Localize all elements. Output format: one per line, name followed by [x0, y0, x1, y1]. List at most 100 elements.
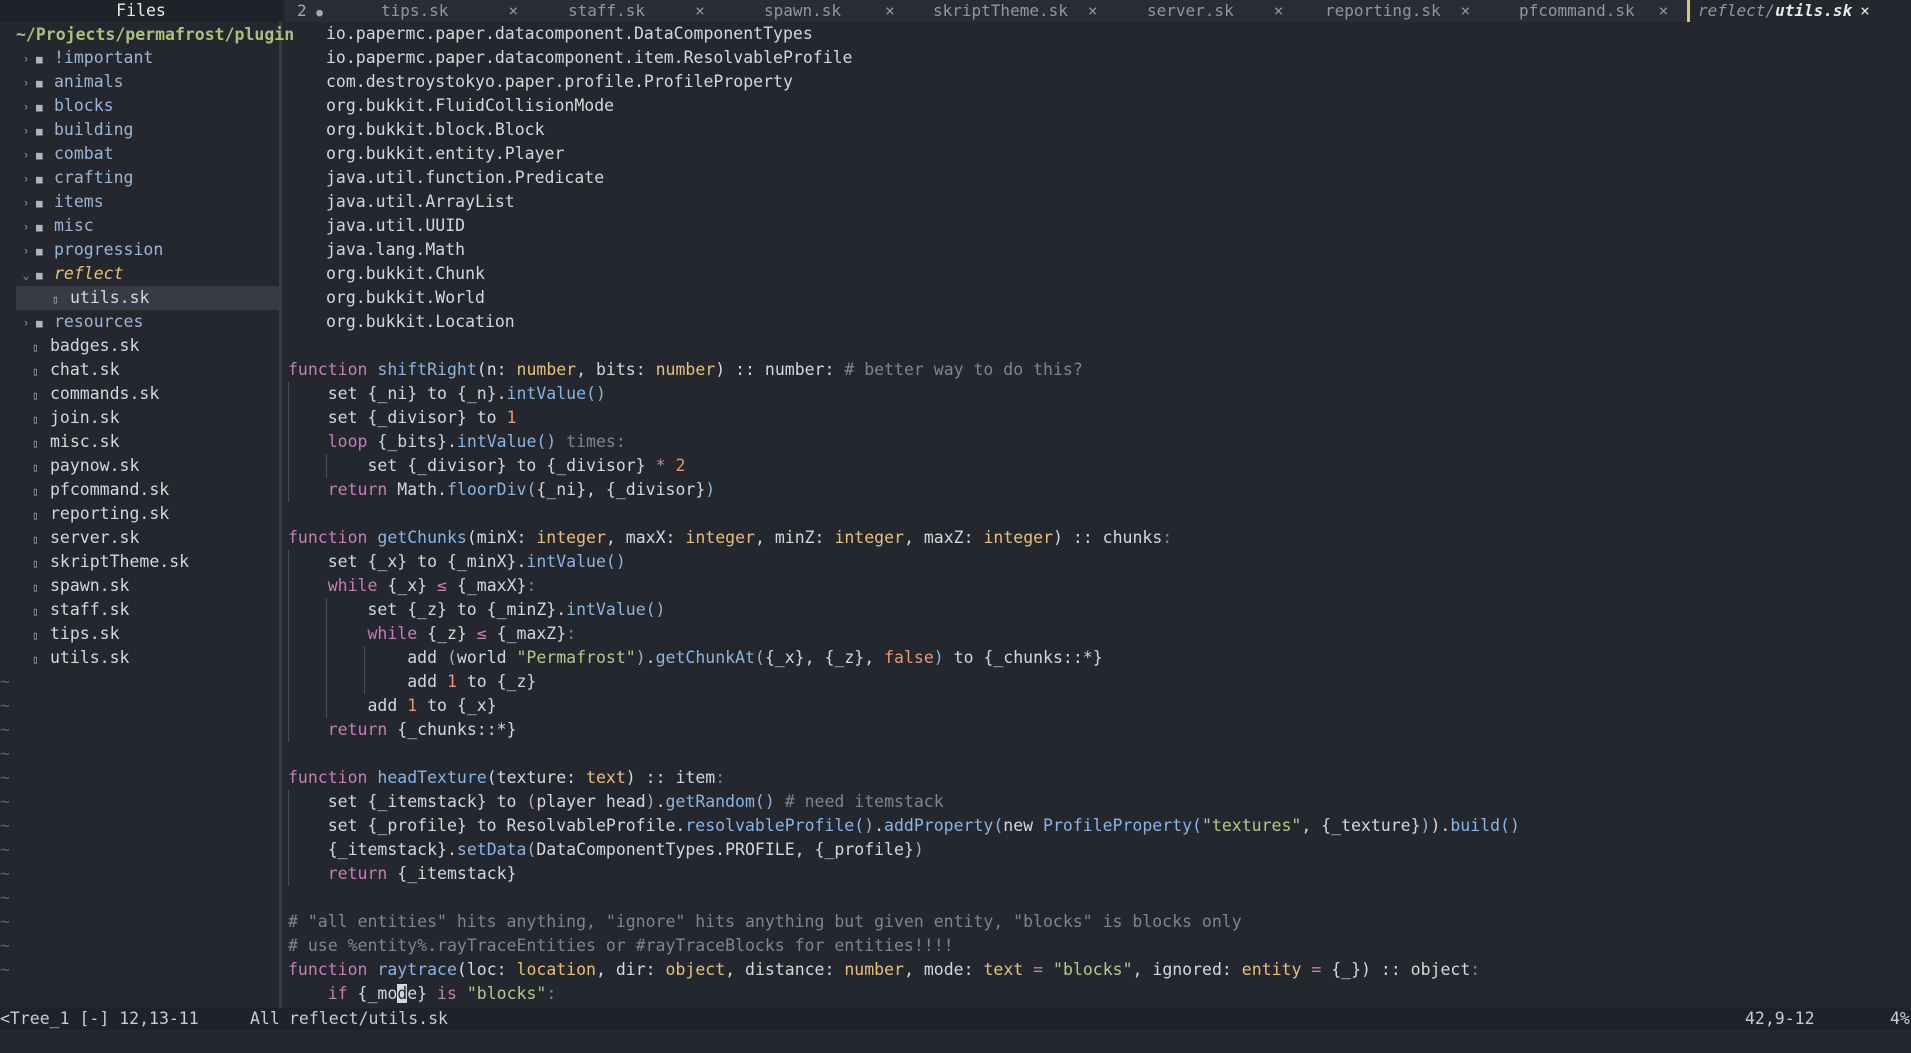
file-icon: ▯ [32, 653, 39, 666]
tree-folder[interactable]: › ■ crafting [16, 166, 278, 190]
code-line: set {_divisor} to {_divisor} * 2 [288, 456, 686, 475]
close-icon[interactable]: × [1088, 1, 1098, 20]
tree-file[interactable]: ▯ tips.sk [16, 622, 278, 646]
code-line: set {_x} to {_minX}.intValue() [288, 552, 626, 571]
tree-file[interactable]: ▯ paynow.sk [16, 454, 278, 478]
empty-line-marker: ~ [0, 744, 10, 763]
tab-spawn[interactable]: spawn.sk × [764, 0, 895, 22]
tree-item-label: skriptTheme.sk [50, 552, 190, 571]
tree-item-label: animals [54, 72, 124, 91]
file-icon: ▯ [32, 365, 39, 378]
tree-item-label: building [54, 120, 134, 139]
code-line: set {_divisor} to 1 [288, 408, 517, 427]
empty-line-marker: ~ [0, 816, 10, 835]
indent-guide [364, 646, 365, 694]
tab-tips[interactable]: tips.sk × [381, 0, 518, 22]
modified-icon: ● [316, 6, 323, 19]
empty-line-marker: ~ [0, 696, 10, 715]
file-tree-panel: Files ~/Projects/permafrost/plugin › ■ !im… [0, 0, 294, 1008]
folder-icon: ■ [36, 77, 43, 90]
code-line: while {_z} ≤ {_maxZ}: [367, 624, 577, 643]
tree-folder[interactable]: › ■ resources [16, 310, 278, 334]
file-icon: ▯ [32, 437, 39, 450]
empty-line-marker: ~ [0, 864, 10, 883]
tree-file[interactable]: ▯ badges.sk [16, 334, 278, 358]
indent-guide [288, 550, 289, 742]
code-line: set {_profile} to ResolvableProfile.reso… [288, 816, 1520, 835]
import-line: java.util.function.Predicate [326, 168, 605, 187]
import-line: org.bukkit.FluidCollisionMode [326, 96, 615, 115]
command-line[interactable] [0, 1030, 1911, 1053]
tab-pfcommand[interactable]: pfcommand.sk × [1519, 0, 1668, 22]
status-line: <Tree_1 [-] 12,13-11 All reflect/utils.s… [0, 1008, 1911, 1030]
tab-server[interactable]: server.sk × [1147, 0, 1283, 22]
folder-icon: ■ [36, 197, 43, 210]
close-icon[interactable]: × [1274, 1, 1284, 20]
close-icon[interactable]: × [1461, 1, 1471, 20]
current-file-path: reflect/utils.sk [289, 1009, 448, 1028]
close-icon[interactable]: × [508, 1, 518, 20]
tree-folder[interactable]: › ■ progression [16, 238, 278, 262]
tree-scroll-position: All [250, 1009, 280, 1028]
close-icon[interactable]: × [695, 1, 705, 20]
code-line: function raytrace(loc: location, dir: ob… [288, 960, 1481, 979]
tree-file[interactable]: ▯ staff.sk [16, 598, 278, 622]
code-line: if {_mode} is "blocks": [327, 984, 557, 1003]
close-icon[interactable]: × [885, 1, 895, 20]
current-directory[interactable]: ~/Projects/permafrost/plugin [16, 24, 294, 46]
chevron-right-icon: › [22, 100, 30, 114]
tree-item-label: server.sk [50, 528, 140, 547]
tree-folder[interactable]: › ■ blocks [16, 94, 278, 118]
tree-folder-open[interactable]: ⌄ ■ reflect [16, 262, 278, 286]
file-icon: ▯ [32, 413, 39, 426]
text-cursor: d [397, 984, 408, 1003]
tree-file[interactable]: ▯ utils.sk [16, 646, 278, 670]
tree-file[interactable]: ▯ spawn.sk [16, 574, 278, 598]
tree-file[interactable]: ▯ chat.sk [16, 358, 278, 382]
tab-utils-active[interactable]: reflect/utils.sk × [1687, 0, 1911, 22]
tab-reporting[interactable]: reporting.sk × [1325, 0, 1470, 22]
tree-file[interactable]: ▯ skriptTheme.sk [16, 550, 278, 574]
file-icon: ▯ [32, 341, 39, 354]
chevron-right-icon: › [22, 220, 30, 234]
tree-file[interactable]: ▯ server.sk [16, 526, 278, 550]
chevron-right-icon: › [22, 124, 30, 138]
close-icon[interactable]: × [1860, 1, 1870, 20]
tree-file[interactable]: ▯ pfcommand.sk [16, 478, 278, 502]
empty-line-marker: ~ [0, 768, 10, 787]
code-editor[interactable]: io.papermc.paper.datacomponent.DataCompo… [288, 22, 1911, 1008]
file-icon: ▯ [32, 581, 39, 594]
tree-file-selected[interactable]: ▯ utils.sk [16, 286, 279, 310]
chevron-right-icon: › [22, 148, 30, 162]
file-icon: ▯ [32, 533, 39, 546]
tab-bar: 2 ● tips.sk × staff.sk × spawn.sk × skriptT… [285, 0, 1911, 22]
tree-folder[interactable]: › ■ combat [16, 142, 278, 166]
tree-item-label: spawn.sk [50, 576, 130, 595]
import-line: org.bukkit.block.Block [326, 120, 545, 139]
empty-line-marker: ~ [0, 912, 10, 931]
code-line: return Math.floorDiv({_ni}, {_divisor}) [327, 480, 716, 499]
tree-item-label: badges.sk [50, 336, 140, 355]
tree-folder[interactable]: › ■ misc [16, 214, 278, 238]
tree-item-label: misc.sk [50, 432, 120, 451]
code-line: loop {_bits}.intValue() times: [327, 432, 626, 451]
import-line: java.util.UUID [326, 216, 466, 235]
tree-item-label: pfcommand.sk [50, 480, 170, 499]
tree-folder[interactable]: › ■ building [16, 118, 278, 142]
indent-guide [288, 382, 289, 502]
tree-item-label: commands.sk [50, 384, 160, 403]
tab-skripttheme[interactable]: skriptTheme.sk × [933, 0, 1098, 22]
chevron-right-icon: › [22, 52, 30, 66]
tree-file[interactable]: ▯ join.sk [16, 406, 278, 430]
close-icon[interactable]: × [1659, 1, 1669, 20]
tree-folder[interactable]: › ■ animals [16, 70, 278, 94]
indent-guide [288, 790, 289, 886]
file-icon: ▯ [32, 557, 39, 570]
chevron-right-icon: › [22, 196, 30, 210]
tree-file[interactable]: ▯ misc.sk [16, 430, 278, 454]
tree-file[interactable]: ▯ commands.sk [16, 382, 278, 406]
tab-staff[interactable]: staff.sk × [568, 0, 705, 22]
tree-file[interactable]: ▯ reporting.sk [16, 502, 278, 526]
tree-folder[interactable]: › ■ items [16, 190, 278, 214]
tree-folder[interactable]: › ■ !important [16, 46, 278, 70]
